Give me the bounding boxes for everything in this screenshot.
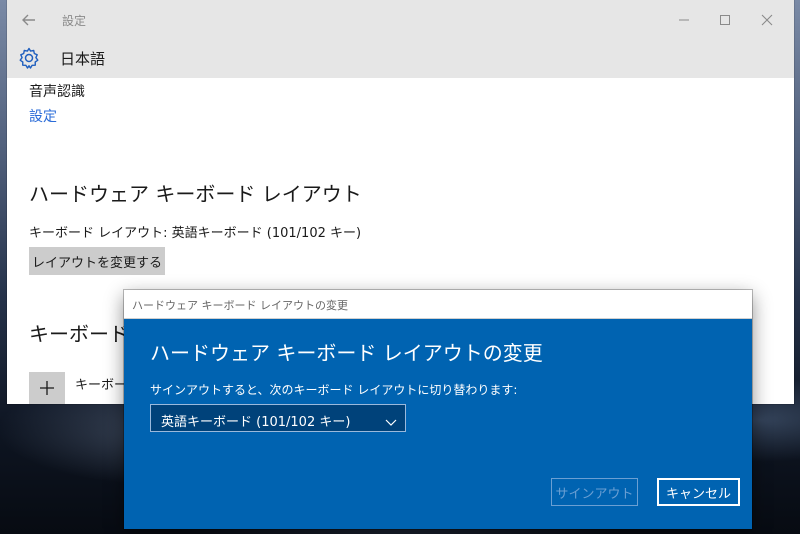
close-icon[interactable] bbox=[755, 8, 779, 32]
signout-button[interactable]: サインアウト bbox=[551, 478, 638, 506]
gear-icon bbox=[17, 46, 41, 70]
dialog-description: サインアウトすると、次のキーボード レイアウトに切り替わります: bbox=[150, 383, 518, 397]
dialog-heading: ハードウェア キーボード レイアウトの変更 bbox=[150, 341, 543, 365]
page-header bbox=[7, 40, 794, 78]
keyboard-layout-select-value: 英語キーボード (101/102 キー) bbox=[161, 415, 351, 430]
back-arrow-icon[interactable] bbox=[19, 10, 39, 30]
dialog-titlebar-text: ハードウェア キーボード レイアウトの変更 bbox=[132, 299, 348, 312]
hardware-layout-title: ハードウェア キーボード レイアウト bbox=[29, 182, 362, 206]
dialog-titlebar: ハードウェア キーボード レイアウトの変更 bbox=[124, 290, 752, 319]
plus-icon bbox=[39, 380, 55, 399]
current-layout-text: キーボード レイアウト: 英語キーボード (101/102 キー) bbox=[29, 226, 362, 241]
maximize-icon[interactable] bbox=[713, 8, 737, 32]
change-layout-dialog: ハードウェア キーボード レイアウトの変更 ハードウェア キーボード レイアウト… bbox=[124, 290, 752, 529]
chevron-down-icon bbox=[385, 413, 397, 426]
cancel-button[interactable]: キャンセル bbox=[657, 478, 740, 506]
keyboards-section-title: キーボード bbox=[29, 322, 129, 346]
minimize-icon[interactable] bbox=[672, 8, 696, 32]
add-keyboard-button[interactable] bbox=[29, 372, 65, 404]
window-title: 設定 bbox=[62, 14, 87, 28]
keyboard-layout-select[interactable]: 英語キーボード (101/102 キー) bbox=[150, 404, 406, 432]
page-title: 日本語 bbox=[60, 50, 106, 68]
change-layout-button[interactable]: レイアウトを変更する bbox=[29, 247, 165, 275]
speech-recognition-label: 音声認識 bbox=[29, 84, 85, 100]
speech-settings-link[interactable]: 設定 bbox=[29, 106, 57, 126]
